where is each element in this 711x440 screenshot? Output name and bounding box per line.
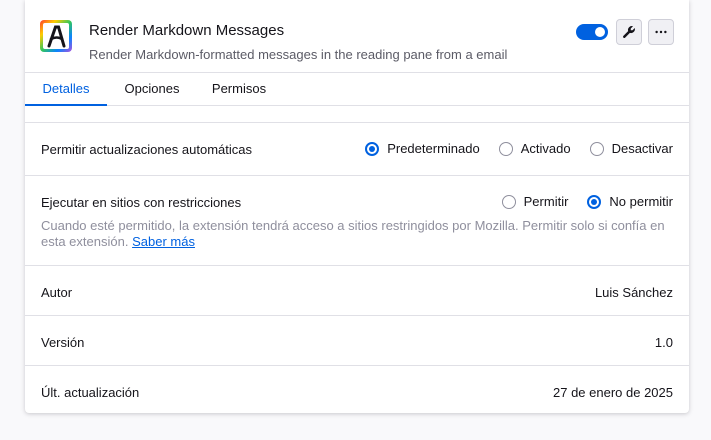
auto-update-options: Predeterminado Activado Desactivar: [365, 141, 673, 156]
auto-update-default-radio[interactable]: Predeterminado: [365, 141, 480, 156]
extension-logo-icon: [40, 20, 72, 52]
detail-value: 27 de enero de 2025: [553, 385, 673, 400]
radio-label: No permitir: [609, 194, 673, 209]
detail-value: 1.0: [654, 335, 673, 350]
detail-label: Versión: [41, 335, 85, 350]
detail-value: Luis Sánchez: [594, 285, 673, 300]
auto-update-off-radio[interactable]: Desactivar: [589, 141, 673, 156]
detail-label: Últ. actualización: [41, 385, 140, 400]
toggle-knob: [595, 27, 605, 37]
radio-label: Desactivar: [611, 141, 673, 156]
tab-bar: Detalles Opciones Permisos: [25, 72, 689, 106]
auto-update-on-radio[interactable]: Activado: [498, 141, 571, 156]
restricted-disallow-radio[interactable]: No permitir: [587, 194, 673, 209]
enable-toggle[interactable]: [576, 24, 608, 40]
radio-label: Permitir: [523, 194, 569, 209]
wrench-icon: [623, 26, 635, 38]
tab-permissions[interactable]: Permisos: [201, 73, 277, 105]
more-options-icon: [655, 30, 667, 34]
extension-card: Render Markdown Messages Render Markdown…: [25, 0, 689, 413]
restricted-allow-radio[interactable]: Permitir: [501, 194, 569, 209]
radio-unchecked-icon: [498, 141, 513, 156]
preferences-button[interactable]: [616, 19, 642, 45]
more-options-button[interactable]: [648, 19, 674, 45]
section-spacer: [25, 106, 689, 123]
detail-row-author: Autor Luis Sánchez: [25, 266, 689, 316]
auto-update-row: Permitir actualizaciones automáticas Pre…: [25, 123, 689, 176]
radio-checked-icon: [365, 141, 380, 156]
learn-more-link[interactable]: Saber más: [132, 234, 195, 249]
radio-label: Predeterminado: [387, 141, 480, 156]
restricted-sites-row: Ejecutar en sitios con restricciones Per…: [25, 176, 689, 266]
radio-checked-icon: [587, 194, 602, 209]
extension-name: Render Markdown Messages: [89, 22, 285, 39]
restricted-sites-note: Cuando esté permitido, la extensión tend…: [41, 218, 673, 250]
auto-update-label: Permitir actualizaciones automáticas: [41, 142, 252, 157]
extension-header: Render Markdown Messages Render Markdown…: [25, 0, 689, 72]
radio-label: Activado: [520, 141, 571, 156]
restricted-sites-options: Permitir No permitir: [501, 194, 673, 209]
detail-label: Autor: [41, 285, 73, 300]
extension-description: Render Markdown-formatted messages in th…: [89, 47, 508, 62]
tab-details[interactable]: Detalles: [25, 73, 107, 106]
detail-row-version: Versión 1.0: [25, 316, 689, 366]
detail-row-updated: Últ. actualización 27 de enero de 2025: [25, 366, 689, 413]
tab-options[interactable]: Opciones: [115, 73, 189, 105]
restricted-sites-label: Ejecutar en sitios con restricciones: [41, 195, 242, 210]
radio-unchecked-icon: [501, 194, 516, 209]
radio-unchecked-icon: [589, 141, 604, 156]
